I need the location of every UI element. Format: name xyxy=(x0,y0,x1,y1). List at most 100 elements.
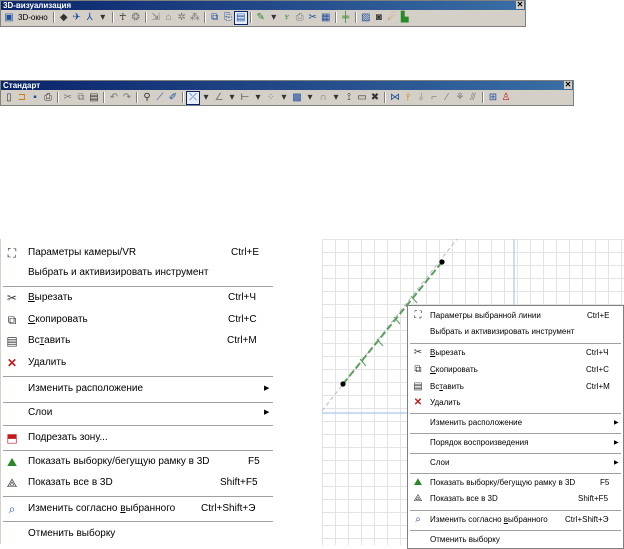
dropdown-arrow-icon[interactable]: ▾ xyxy=(226,92,238,104)
walk-icon[interactable]: ☥ xyxy=(117,12,129,24)
line-endpoint-start[interactable] xyxy=(340,381,346,387)
wand-icon[interactable]: ⟋ xyxy=(154,92,166,104)
paste-icon[interactable]: ▤ xyxy=(88,92,100,104)
magnet-icon[interactable]: ∩ xyxy=(317,92,329,104)
sun-icon[interactable]: ❂ xyxy=(130,12,142,24)
tools-icon[interactable]: ✂ xyxy=(307,12,319,24)
measure-icon[interactable]: ⤫ xyxy=(186,90,200,105)
dropdown-arrow-icon[interactable]: ▾ xyxy=(97,12,109,24)
menu-item-delete[interactable]: ✕ Удалить xyxy=(408,395,623,411)
tree-icon[interactable]: ⚘ xyxy=(454,92,466,104)
house-icon[interactable]: ⌂ xyxy=(163,12,175,24)
menu-item-shortcut: Ctrl+C xyxy=(228,314,257,325)
frame-icon[interactable]: ⊞ xyxy=(487,92,499,104)
layer-icon[interactable]: ▩ xyxy=(291,92,303,104)
menu-item-copy[interactable]: ⧉ Скопировать Ctrl+C xyxy=(1,310,277,330)
undo-icon[interactable]: ↶ xyxy=(108,92,120,104)
table-icon[interactable]: ▦ xyxy=(320,12,332,24)
menu-item-copy[interactable]: ⧉ Скопировать Ctrl+C xyxy=(408,362,623,378)
ladder-icon[interactable]: ╪ xyxy=(340,12,352,24)
save-icon[interactable]: ▪ xyxy=(29,92,41,104)
render-icon[interactable]: ☄ xyxy=(386,12,398,24)
menu-item-show-all-3d[interactable]: ⟁ Показать все в 3D Shift+F5 xyxy=(408,491,623,507)
grid-icon[interactable]: ⁘ xyxy=(265,92,277,104)
menu-item-camera-params[interactable]: ⛶ Параметры камеры/VR Ctrl+E xyxy=(1,243,277,263)
pen-icon[interactable]: ✐ xyxy=(167,92,179,104)
copy-view-icon[interactable]: ⧉ xyxy=(209,12,221,24)
close-icon[interactable]: ✕ xyxy=(516,1,524,9)
delete-icon[interactable]: ✖ xyxy=(369,92,381,104)
menu-item-delete[interactable]: ✕ Удалить xyxy=(1,353,277,373)
cursor-icon[interactable]: ⇲ xyxy=(150,12,162,24)
paste-view-icon[interactable]: ⎘ xyxy=(222,12,234,24)
redo-icon[interactable]: ↷ xyxy=(121,92,133,104)
dropdown-arrow-icon[interactable]: ▾ xyxy=(252,92,264,104)
toolbar-3d-title-bar[interactable]: 3D-визуализация ✕ xyxy=(1,1,525,10)
menu-item-arrange[interactable]: Изменить расположение ▶ xyxy=(408,415,623,431)
menu-item-arrange[interactable]: Изменить расположение ▶ xyxy=(1,379,277,399)
menu-item-deselect[interactable]: Отменить выборку xyxy=(1,524,277,544)
print-icon[interactable]: ⎙ xyxy=(42,92,54,104)
new-icon[interactable]: ▯ xyxy=(3,92,15,104)
chart-icon[interactable]: ⫻ xyxy=(467,92,479,104)
trace-icon[interactable]: ⟟ xyxy=(343,92,355,104)
menu-item-select-tool[interactable]: Выбрать и активизировать инструмент xyxy=(1,263,277,283)
menu-item-cut[interactable]: ✂ Вырезать Ctrl+Ч xyxy=(408,345,623,361)
line-icon[interactable]: ⌐ xyxy=(428,92,440,104)
image-icon[interactable]: ▨ xyxy=(360,12,372,24)
axis-icon[interactable]: ⅄ xyxy=(84,12,96,24)
menu-item-shortcut: Ctrl+Shift+Э xyxy=(565,515,609,524)
menu-item-layers[interactable]: Слои ▶ xyxy=(1,403,277,423)
dropdown-arrow-icon[interactable]: ▾ xyxy=(304,92,316,104)
menu-item-line-params[interactable]: ⛶ Параметры выбранной линии Ctrl+E xyxy=(408,308,623,324)
3d-window-button-label[interactable]: 3D-окно xyxy=(16,12,50,24)
menu-item-show-selection-3d[interactable]: ⛰ Показать выборку/бегущую рамку в 3D F5 xyxy=(408,475,623,491)
menu-item-paste[interactable]: ▤ Вставить Ctrl+M xyxy=(1,331,277,351)
brackets-icon[interactable]: ⋈ xyxy=(389,92,401,104)
copy-icon[interactable]: ⧉ xyxy=(75,92,87,104)
menu-item-change-by-selected[interactable]: ⌕ Изменить согласно выбранного Ctrl+Shif… xyxy=(1,499,277,519)
light-icon[interactable]: ✲ xyxy=(176,12,188,24)
menu-item-layers[interactable]: Слои ▶ xyxy=(408,455,623,471)
camera-icon[interactable]: ✈ xyxy=(71,12,83,24)
eyedropper-icon[interactable]: ⚲ xyxy=(141,92,153,104)
3d-window-icon[interactable]: ▣ xyxy=(3,12,15,24)
window-icon[interactable]: ▭ xyxy=(356,92,368,104)
toolbar-standard-title-bar[interactable]: Стандарт ✕ xyxy=(1,81,573,90)
slash-icon[interactable]: ⁄ xyxy=(441,92,453,104)
menu-item-cut[interactable]: ✂ Вырезать Ctrl+Ч xyxy=(1,288,277,308)
menu-item-show-all-3d[interactable]: ⟁ Показать все в 3D Shift+F5 xyxy=(1,473,277,493)
menu-item-deselect[interactable]: Отменить выборку xyxy=(408,532,623,548)
menu-item-show-selection-3d[interactable]: ⛰ Показать выборку/бегущую рамку в 3D F5 xyxy=(1,452,277,472)
close-icon[interactable]: ✕ xyxy=(564,81,572,89)
export-icon[interactable]: ⎙ xyxy=(294,12,306,24)
paint-icon[interactable]: ✎ xyxy=(255,12,267,24)
cut-icon[interactable]: ✂ xyxy=(62,92,74,104)
dropdown-arrow-icon[interactable]: ▾ xyxy=(200,92,212,104)
menu-item-label: Скопировать xyxy=(430,365,478,374)
highlight-icon[interactable]: ▤ xyxy=(233,10,248,25)
toolbar-3d-title: 3D-визуализация xyxy=(3,1,72,10)
menu-item-shortcut: Ctrl+E xyxy=(587,311,610,320)
cube-icon[interactable]: ◆ xyxy=(58,12,70,24)
menu-item-label: Параметры выбранной линии xyxy=(430,311,541,320)
dropdown-arrow-icon[interactable]: ▾ xyxy=(268,12,280,24)
menu-item-select-tool[interactable]: Выбрать и активизировать инструмент xyxy=(408,324,623,340)
open-icon[interactable]: ⊐ xyxy=(16,92,28,104)
terrain-icon[interactable]: ▙ xyxy=(399,12,411,24)
figure-icon[interactable]: ♆ xyxy=(281,12,293,24)
pin2-icon[interactable]: ⫰ xyxy=(415,92,427,104)
line-endpoint-end[interactable] xyxy=(439,259,445,265)
menu-item-paste[interactable]: ▤ Вставить Ctrl+M xyxy=(408,379,623,395)
help-icon[interactable]: ♙ xyxy=(500,92,512,104)
dropdown-arrow-icon[interactable]: ▾ xyxy=(330,92,342,104)
dropdown-arrow-icon[interactable]: ▾ xyxy=(278,92,290,104)
camera-photo-icon[interactable]: ◙ xyxy=(373,12,385,24)
ruler-icon[interactable]: ⊢ xyxy=(239,92,251,104)
menu-item-change-by-selected[interactable]: ⌕ Изменить согласно выбранного Ctrl+Shif… xyxy=(408,512,623,528)
pin-icon[interactable]: ⫯ xyxy=(402,92,414,104)
menu-item-trim-zone[interactable]: ⬒ Подрезать зону... xyxy=(1,428,277,448)
angle-icon[interactable]: ∠ xyxy=(213,92,225,104)
grass-icon[interactable]: ⁂ xyxy=(189,12,201,24)
menu-item-playback-order[interactable]: Порядок воспроизведения ▶ xyxy=(408,435,623,451)
